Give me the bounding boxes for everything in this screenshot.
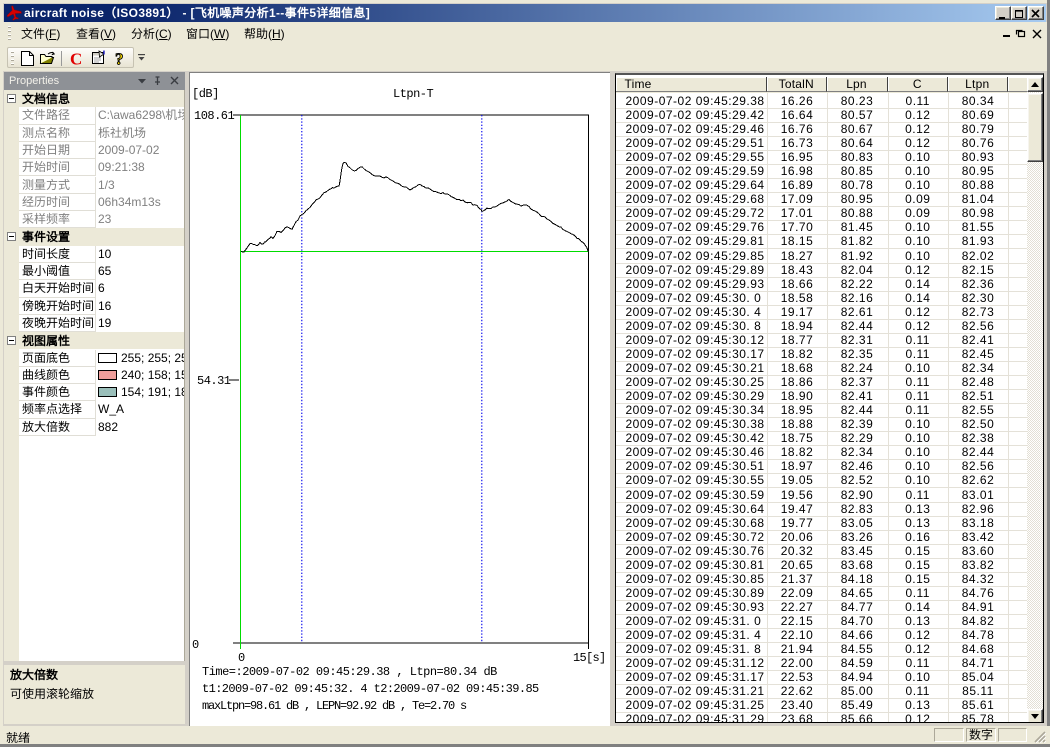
- svg-text:?: ?: [115, 50, 124, 67]
- svg-text:C: C: [70, 50, 82, 67]
